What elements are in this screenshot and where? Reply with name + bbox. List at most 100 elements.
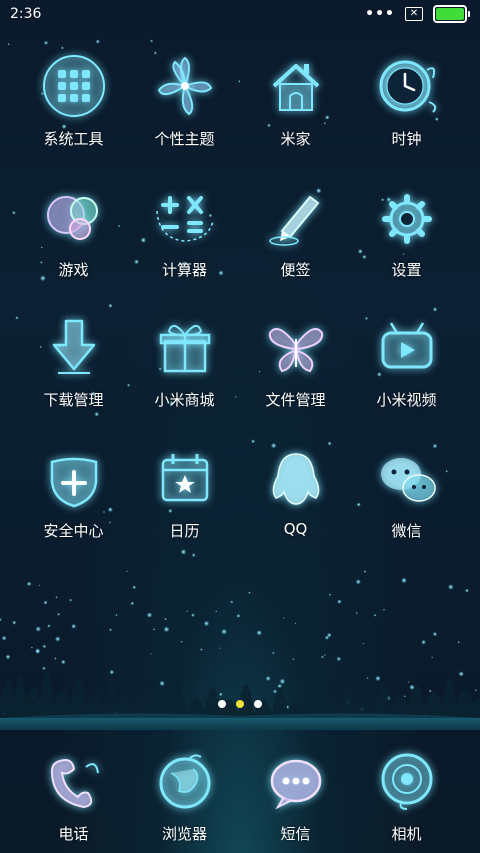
sparkle	[57, 612, 61, 616]
home-app-clock[interactable]: 时钟	[351, 50, 462, 181]
status-icons: ••• ✕	[365, 5, 470, 23]
app-label: 系统工具	[43, 130, 104, 148]
status-time: 2:36	[10, 6, 42, 22]
dock-app-phone[interactable]: 电话	[18, 745, 129, 844]
sparkle	[115, 613, 118, 617]
sparkle	[337, 599, 342, 604]
themes-flower-icon	[149, 50, 221, 122]
camera-lens-icon	[371, 745, 443, 817]
system-tools-folder-icon	[38, 50, 110, 122]
home-app-system-tools-folder[interactable]: 系统工具	[18, 50, 129, 181]
grass-silhouette	[0, 671, 480, 730]
home-app-mi-video-tv[interactable]: 小米视频	[351, 311, 462, 442]
app-label: 安全中心	[43, 521, 104, 540]
home-app-calendar[interactable]: 日历	[129, 442, 240, 573]
home-app-wechat-bubbles[interactable]: 微信	[351, 442, 462, 573]
dock-app-browser-globe[interactable]: 浏览器	[129, 745, 240, 844]
page-indicator	[0, 700, 480, 708]
sparkle	[373, 613, 377, 617]
home-app-security-shield[interactable]: 安全中心	[18, 442, 129, 573]
mi-store-gift-icon	[149, 311, 221, 383]
app-label: 设置	[391, 260, 422, 279]
sparkle	[12, 210, 16, 215]
games-bubbles-icon	[38, 181, 110, 253]
app-label: 电话	[58, 825, 89, 843]
settings-gear-icon	[371, 181, 443, 253]
sparkle	[328, 593, 332, 596]
app-label: 浏览器	[161, 825, 207, 843]
sparkle	[401, 577, 407, 584]
app-label: 小米商城	[154, 391, 215, 409]
sparkle	[130, 601, 135, 606]
home-app-calculator[interactable]: 计算器	[129, 181, 240, 312]
app-label: 文件管理	[265, 391, 326, 409]
security-shield-icon	[38, 442, 110, 514]
sparkle	[55, 596, 58, 599]
dock-app-messages-bubble[interactable]: 短信	[240, 745, 351, 844]
sparkle	[95, 39, 101, 44]
sparkle	[230, 600, 234, 604]
sparkle	[7, 43, 10, 46]
sparkle	[38, 584, 41, 586]
home-app-grid: 系统工具 个性主题 米家 时钟 游戏 计算器 便签 设置 下载管理 小米商城 文…	[18, 50, 462, 572]
sparkle	[69, 598, 73, 602]
notes-pen-icon	[260, 181, 332, 253]
sparkle	[236, 613, 241, 618]
home-app-download-arrow[interactable]: 下载管理	[18, 311, 129, 442]
sparkle	[447, 584, 454, 590]
app-label: QQ	[283, 519, 308, 538]
sparkle	[150, 39, 154, 43]
sparkle	[132, 585, 137, 590]
app-label: 时钟	[391, 130, 422, 148]
wechat-bubbles-icon	[371, 442, 443, 514]
calculator-icon	[149, 181, 221, 253]
calendar-icon	[149, 442, 221, 514]
mijia-house-icon	[260, 50, 332, 122]
mi-video-tv-icon	[371, 311, 443, 383]
sparkle	[355, 579, 361, 585]
app-label: 短信	[280, 825, 311, 843]
sparkle	[146, 612, 153, 618]
dock-app-camera-lens[interactable]: 相机	[351, 745, 462, 844]
app-label: 便签	[280, 260, 311, 279]
file-manager-butterfly-icon	[260, 311, 332, 383]
home-app-games-bubbles[interactable]: 游戏	[18, 181, 129, 312]
home-app-file-manager-butterfly[interactable]: 文件管理	[240, 311, 351, 442]
page-dot-1[interactable]	[218, 700, 226, 708]
app-label: 计算器	[161, 260, 207, 279]
app-label: 相机	[391, 825, 422, 843]
home-app-themes-flower[interactable]: 个性主题	[129, 50, 240, 181]
dock-glow-line	[0, 718, 480, 728]
qq-penguin-icon	[260, 442, 332, 514]
sparkle	[26, 581, 32, 587]
sparkle	[282, 617, 285, 619]
home-app-notes-pen[interactable]: 便签	[240, 181, 351, 312]
app-label: 下载管理	[43, 391, 104, 409]
dock: 电话 浏览器 短信 相机	[18, 745, 462, 844]
no-sim-icon: ✕	[405, 7, 423, 21]
home-app-mijia-house[interactable]: 米家	[240, 50, 351, 181]
status-bar: 2:36 ••• ✕	[0, 0, 480, 28]
page-dot-3[interactable]	[254, 700, 262, 708]
home-app-mi-store-gift[interactable]: 小米商城	[129, 311, 240, 442]
sparkle	[355, 612, 358, 615]
sparkle	[464, 588, 469, 593]
more-dots-icon: •••	[365, 6, 395, 22]
sparkle	[60, 46, 64, 50]
home-app-settings-gear[interactable]: 设置	[351, 181, 462, 312]
clock-icon	[371, 50, 443, 122]
battery-icon	[433, 5, 470, 23]
phone-icon	[38, 745, 110, 817]
home-app-qq-penguin[interactable]: QQ	[240, 442, 351, 573]
app-label: 个性主题	[154, 130, 215, 148]
sparkle	[248, 591, 251, 594]
app-label: 游戏	[58, 260, 89, 279]
app-label: 日历	[169, 521, 200, 540]
app-label: 米家	[280, 130, 311, 148]
download-arrow-icon	[38, 311, 110, 383]
page-dot-2[interactable]	[236, 700, 244, 708]
sparkle	[43, 600, 48, 605]
sparkle	[43, 40, 49, 45]
app-label: 微信	[391, 521, 422, 540]
sparkle	[191, 613, 195, 617]
